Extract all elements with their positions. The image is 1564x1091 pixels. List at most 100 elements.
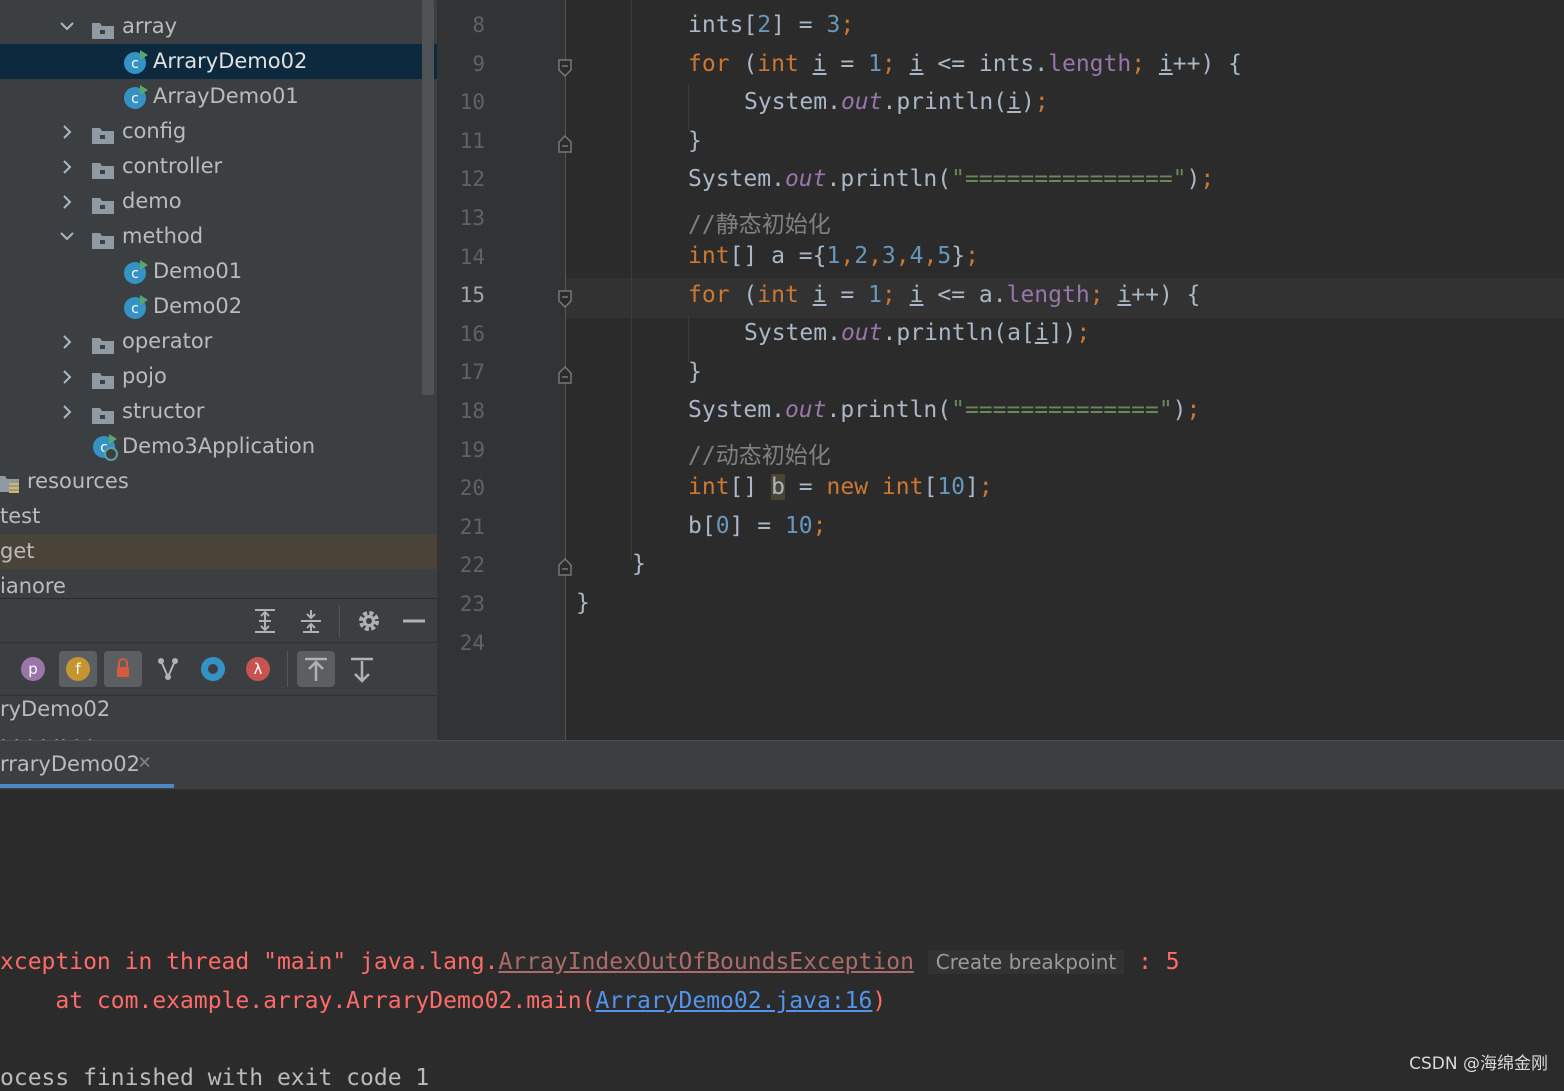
line-number: 21 <box>459 514 485 539</box>
chevron-down-icon[interactable] <box>57 9 77 44</box>
autoscroll-from-source-icon[interactable] <box>343 651 381 687</box>
line-number: 10 <box>459 90 485 115</box>
tree-item-label: ianore <box>0 574 66 598</box>
svg-text:c: c <box>131 56 139 72</box>
line-number: 15 <box>459 283 485 308</box>
inherited-icon[interactable] <box>149 651 187 687</box>
folder-icon <box>91 226 114 249</box>
fields-icon[interactable]: f <box>59 651 97 687</box>
tree-item-demo01[interactable]: c Demo01 <box>0 254 437 289</box>
tree-item-demo02[interactable]: c Demo02 <box>0 289 437 324</box>
line-number: 17 <box>459 360 485 385</box>
tree-item-demo[interactable]: demo <box>0 184 437 219</box>
minimize-icon[interactable] <box>400 607 428 635</box>
folder-icon <box>91 121 114 144</box>
code-line-18[interactable]: System.out.println("=============="); <box>688 397 1200 423</box>
fold-marker-icon[interactable] <box>557 134 573 153</box>
project-panel: array c ArraryDemo02 c ArrayDemo01 confi… <box>0 0 437 740</box>
code-line-16[interactable]: System.out.println(a[i]); <box>744 320 1090 346</box>
code-line-10[interactable]: System.out.println(i); <box>744 89 1049 115</box>
tree-item-structor[interactable]: structor <box>0 394 437 429</box>
code-line-23[interactable]: } <box>576 590 590 616</box>
indent-guide <box>688 317 689 362</box>
fold-marker-icon[interactable] <box>557 365 573 384</box>
tree-scrollbar[interactable] <box>422 0 434 395</box>
anonymous-icon[interactable] <box>194 651 232 687</box>
lambda-icon[interactable]: λ <box>239 651 277 687</box>
chevron-right-icon[interactable] <box>57 359 77 397</box>
autoscroll-to-source-icon[interactable] <box>297 651 335 687</box>
toolbar-divider <box>339 605 340 637</box>
expand-all-icon[interactable] <box>251 607 279 635</box>
indent-guide <box>688 85 689 130</box>
java-class-icon: c <box>122 259 148 285</box>
console-text: xception in thread "main" java.lang. <box>0 949 499 975</box>
code-line-20[interactable]: int[] b = new int[10]; <box>688 474 993 500</box>
tree-item-target[interactable]: get <box>0 534 437 569</box>
code-line-21[interactable]: b[0] = 10; <box>688 513 827 539</box>
tree-item-resources[interactable]: resources <box>0 464 437 499</box>
folder-icon <box>91 191 114 214</box>
line-number: 12 <box>459 167 485 192</box>
tree-item-test[interactable]: test <box>0 499 437 534</box>
code-line-11[interactable]: } <box>688 128 702 154</box>
run-panel: rraryDemo02 × xception in thread "main" … <box>0 740 1564 1091</box>
tree-item-controller[interactable]: controller <box>0 149 437 184</box>
collapse-all-icon[interactable] <box>297 607 325 635</box>
svg-text:c: c <box>131 91 139 107</box>
svg-text:c: c <box>131 301 139 317</box>
chevron-right-icon[interactable] <box>57 184 77 222</box>
properties-icon[interactable]: p <box>14 651 52 687</box>
chevron-right-icon[interactable] <box>57 324 77 362</box>
fold-marker-icon[interactable] <box>557 289 573 309</box>
close-icon[interactable]: × <box>138 750 151 775</box>
java-class-icon: c <box>122 84 148 110</box>
tree-item-config[interactable]: config <box>0 114 437 149</box>
tree-item-ararydemo02[interactable]: c ArraryDemo02 <box>0 44 437 79</box>
active-tab-underline <box>0 784 174 788</box>
code-line-15[interactable]: for (int i = 1; i <= a.length; i++) { <box>688 282 1201 308</box>
tree-item-label: ArraryDemo02 <box>153 49 308 73</box>
tree-item-array[interactable]: array <box>0 9 437 44</box>
resources-folder-icon <box>0 471 19 493</box>
fold-marker-icon[interactable] <box>557 557 573 576</box>
code-line-12[interactable]: System.out.println("==============="); <box>688 166 1214 192</box>
tree-item-gitignore[interactable]: ianore <box>0 569 437 598</box>
tree-item-label: array <box>122 14 178 38</box>
gear-icon[interactable] <box>355 607 383 635</box>
exception-link[interactable]: ArrayIndexOutOfBoundsException <box>499 949 914 975</box>
chevron-right-icon[interactable] <box>57 114 77 152</box>
code-line-13[interactable]: //静态初始化 <box>688 205 831 239</box>
non-public-icon[interactable] <box>104 651 142 687</box>
console-text: : 5 <box>1124 949 1180 975</box>
code-editor[interactable]: 8 9 10 11 12 13 14 15 16 17 18 19 20 21 22 23 24 ints[2]… <box>437 0 1564 740</box>
line-number: 19 <box>459 437 485 462</box>
folder-icon <box>91 331 114 354</box>
source-link[interactable]: ArraryDemo02.java:16 <box>595 988 872 1014</box>
folder-icon <box>91 401 114 424</box>
code-line-14[interactable]: int[] a ={1,2,3,4,5}; <box>688 243 979 269</box>
tree-item-pojo[interactable]: pojo <box>0 359 437 394</box>
line-number: 20 <box>459 476 485 501</box>
tree-item-label: method <box>122 224 204 248</box>
code-line-22[interactable]: } <box>632 551 646 577</box>
fold-marker-icon[interactable] <box>557 58 573 78</box>
svg-text:c: c <box>131 266 139 282</box>
chevron-right-icon[interactable] <box>57 149 77 187</box>
code-line-9[interactable]: for (int i = 1; i <= ints.length; i++) { <box>688 51 1242 77</box>
line-number: 11 <box>459 128 485 153</box>
code-line-19[interactable]: //动态初始化 <box>688 436 831 470</box>
line-number: 18 <box>459 399 485 423</box>
tree-item-method[interactable]: method <box>0 219 437 254</box>
tree-item-operator[interactable]: operator <box>0 324 437 359</box>
code-line-8[interactable]: ints[2] = 3; <box>688 12 854 38</box>
create-breakpoint-hint[interactable]: Create breakpoint <box>927 950 1125 974</box>
chevron-right-icon[interactable] <box>57 394 77 432</box>
chevron-down-icon[interactable] <box>57 219 77 254</box>
tree-item-demo3application[interactable]: c Demo3Application <box>0 429 437 464</box>
folder-icon <box>91 366 114 389</box>
structure-item[interactable]: ryDemo02 <box>0 697 110 721</box>
code-line-17[interactable]: } <box>688 359 702 385</box>
structure-item[interactable]: · · · · ·· · · <box>0 729 93 740</box>
tree-item-arraydemo01[interactable]: c ArrayDemo01 <box>0 79 437 114</box>
